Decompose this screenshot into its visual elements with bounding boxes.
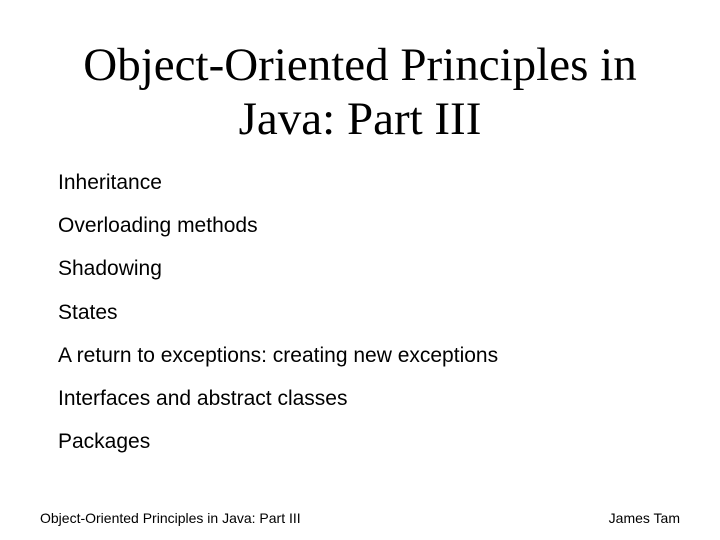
footer-left: Object-Oriented Principles in Java: Part…	[40, 510, 301, 526]
list-item: Shadowing	[58, 256, 662, 281]
list-item: Interfaces and abstract classes	[58, 386, 662, 411]
list-item: Overloading methods	[58, 213, 662, 238]
slide-title: Object-Oriented Principles in Java: Part…	[0, 0, 720, 170]
footer-right: James Tam	[609, 510, 680, 526]
list-item: A return to exceptions: creating new exc…	[58, 343, 662, 368]
list-item: Inheritance	[58, 170, 662, 195]
slide-footer: Object-Oriented Principles in Java: Part…	[0, 510, 720, 526]
list-item: States	[58, 300, 662, 325]
bullet-list: Inheritance Overloading methods Shadowin…	[0, 170, 720, 454]
slide: Object-Oriented Principles in Java: Part…	[0, 0, 720, 540]
list-item: Packages	[58, 429, 662, 454]
